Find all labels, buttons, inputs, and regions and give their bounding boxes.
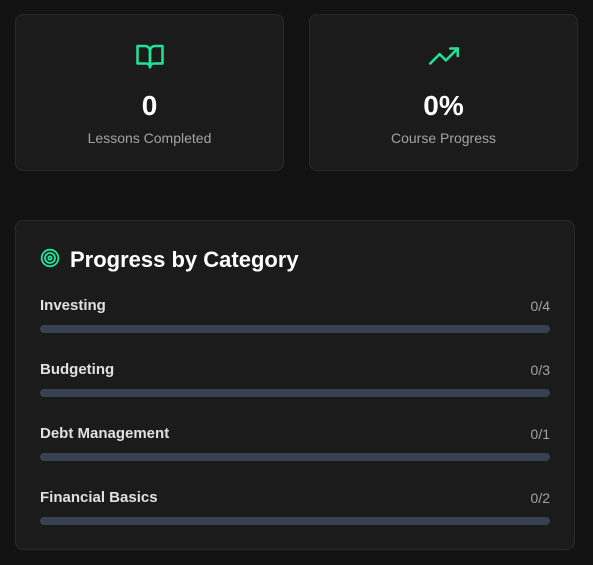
course-progress-card: 0% Course Progress <box>309 14 578 171</box>
category-name: Financial Basics <box>40 489 158 506</box>
category-progress-bar <box>40 325 550 333</box>
category-row-investing: Investing 0/4 <box>40 297 550 337</box>
panel-title: Progress by Category <box>70 247 299 272</box>
lessons-completed-value: 0 <box>141 90 158 121</box>
category-name: Budgeting <box>40 361 115 378</box>
category-row-budgeting: Budgeting 0/3 <box>40 361 550 401</box>
category-count: 0/3 <box>530 362 550 378</box>
category-name: Debt Management <box>40 425 170 442</box>
course-progress-value: 0% <box>423 90 464 121</box>
category-progress-bar <box>40 389 550 397</box>
course-progress-label: Course Progress <box>390 130 497 146</box>
target-icon <box>40 248 60 273</box>
category-name: Investing <box>40 297 106 314</box>
category-row-financial-basics: Financial Basics 0/2 <box>40 489 550 529</box>
category-progress-bar <box>40 517 550 525</box>
category-row-debt-management: Debt Management 0/1 <box>40 425 550 465</box>
category-count: 0/2 <box>530 490 550 506</box>
progress-by-category-panel: Progress by Category Investing 0/4 Budge… <box>15 220 575 550</box>
category-count: 0/4 <box>530 298 550 314</box>
trending-up-icon <box>428 41 459 71</box>
book-open-icon <box>135 41 165 71</box>
panel-header: Progress by Category <box>40 245 299 275</box>
lessons-completed-label: Lessons Completed <box>87 130 212 146</box>
category-progress-bar <box>40 453 550 461</box>
lessons-completed-card: 0 Lessons Completed <box>15 14 284 171</box>
category-count: 0/1 <box>530 426 550 442</box>
